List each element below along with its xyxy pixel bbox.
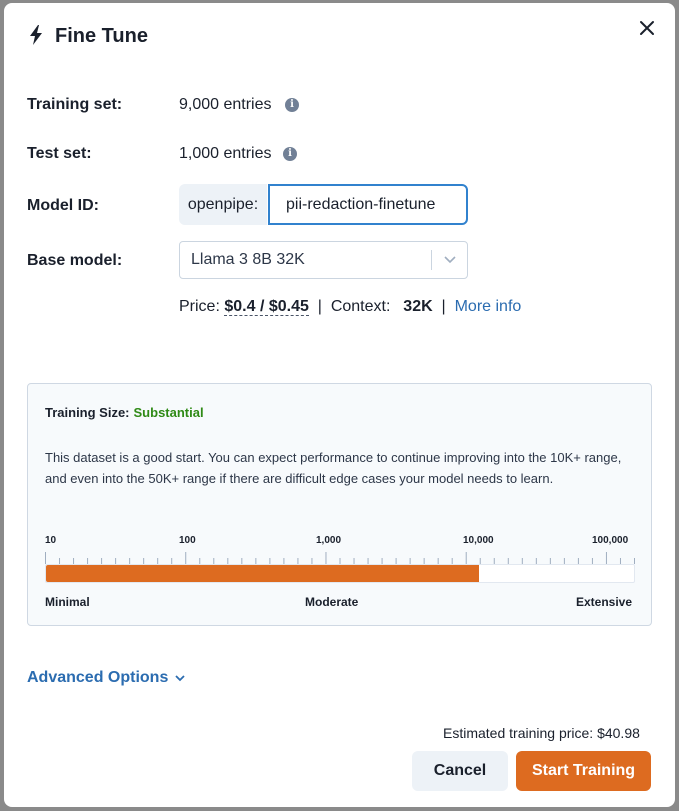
context-label: Context:: [330, 298, 391, 315]
scale-label-extensive: Extensive: [576, 595, 633, 609]
tick-label-10: 10: [45, 535, 57, 546]
cancel-button[interactable]: Cancel: [412, 751, 508, 791]
training-size-level: Substantial: [133, 405, 204, 420]
test-set-label: Test set:: [27, 145, 92, 162]
chevron-down-icon: [175, 675, 185, 682]
scale-label-minimal: Minimal: [45, 595, 90, 609]
select-divider: [431, 250, 432, 270]
context-value: 32K: [403, 298, 433, 315]
tick-label-1000: 1,000: [316, 535, 342, 546]
training-size-bar-fill: [46, 565, 480, 582]
training-size-title: Training Size: Substantial: [45, 405, 204, 420]
start-training-button[interactable]: Start Training: [516, 751, 651, 791]
dialog-title: Fine Tune: [55, 25, 148, 47]
more-info-link[interactable]: More info: [455, 298, 522, 315]
base-model-label: Base model:: [27, 252, 123, 269]
lightning-bolt-icon: [30, 25, 42, 45]
advanced-options-label: Advanced Options: [27, 669, 169, 686]
price-row: Price: $0.4 / $0.45 | Context: 32K | Mor…: [179, 298, 521, 316]
tick-label-100000: 100,000: [592, 535, 629, 546]
advanced-options-toggle[interactable]: Advanced Options: [27, 669, 186, 687]
tick-label-100: 100: [179, 535, 196, 546]
training-size-card: Training Size: Substantial This dataset i…: [27, 383, 652, 626]
fine-tune-dialog: Fine Tune Training set: 9,000 entries i …: [4, 3, 675, 807]
training-size-label: Training Size:: [45, 405, 130, 420]
base-model-select[interactable]: Llama 3 8B 32K: [179, 241, 468, 279]
training-size-description: This dataset is a good start. You can ex…: [45, 450, 622, 486]
model-id-label: Model ID:: [27, 197, 99, 214]
price-label: Price:: [179, 298, 220, 315]
estimated-price: Estimated training price: $40.98: [443, 725, 640, 741]
tick-label-10000: 10,000: [463, 535, 494, 546]
training-set-label: Training set:: [27, 96, 123, 113]
context-separator: |: [441, 298, 446, 315]
chevron-down-icon[interactable]: [443, 254, 457, 266]
base-model-selected-value: Llama 3 8B 32K: [191, 251, 305, 268]
close-icon[interactable]: [636, 17, 658, 39]
model-id-prefix: openpipe:: [179, 184, 267, 225]
scale-label-moderate: Moderate: [305, 595, 359, 609]
training-size-bar: [45, 564, 635, 583]
test-set-info-icon[interactable]: i: [283, 147, 297, 161]
model-id-input[interactable]: pii-redaction-finetune: [268, 184, 468, 225]
price-separator: |: [317, 298, 322, 315]
training-set-value: 9,000 entries: [179, 96, 272, 113]
price-value: $0.4 / $0.45: [224, 298, 309, 316]
training-set-info-icon[interactable]: i: [285, 98, 299, 112]
test-set-value: 1,000 entries: [179, 145, 272, 162]
